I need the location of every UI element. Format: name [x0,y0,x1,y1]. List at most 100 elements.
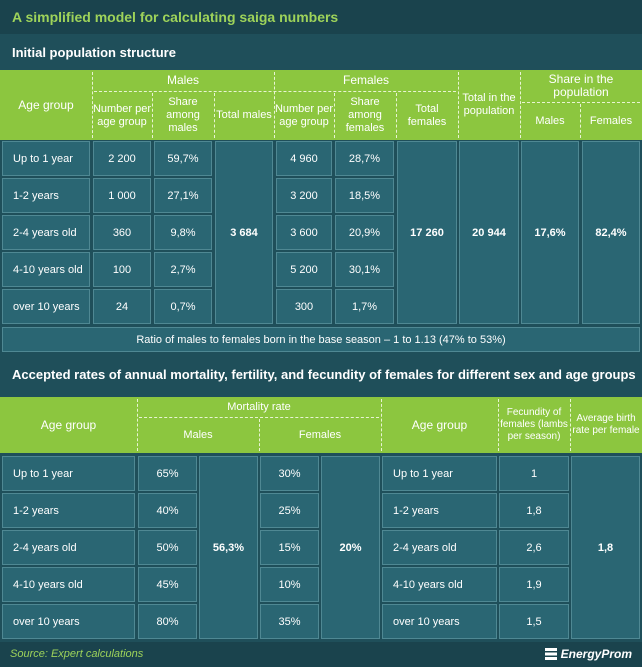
t1-share-males-cell: 27,1% [154,178,212,213]
t2-mortality-males-cell: 80% [138,604,197,639]
t1-share-females-cell: 18,5% [335,178,394,213]
energyprom-logo-icon [544,648,557,660]
t2-mortality-females-cell: 30% [260,456,319,491]
t1-divider [94,91,456,92]
t2-age-cell: over 10 years [2,604,135,639]
t1-divider [274,72,275,138]
t2-header-age-group: Age group [0,397,137,453]
t2-mortality-females-cell: 10% [260,567,319,602]
t1-share-females-total-cell: 82,4% [582,141,640,324]
t1-num-males-cell: 100 [93,252,151,287]
t1-share-males-cell: 2,7% [154,252,212,287]
t1-divider [152,93,153,138]
t1-age-cell: 2-4 years old [2,215,90,250]
t1-header-share-males: Share among males [152,91,214,140]
t1-header-total-females: Total females [396,91,458,140]
t2-age-cell-2: 4-10 years old [382,567,497,602]
t2-age-cell: 1-2 years [2,493,135,528]
t1-num-females-cell: 5 200 [276,252,332,287]
section-title-population: Initial population structure [12,45,176,60]
t2-fecundity-cell: 1,8 [499,493,569,528]
t1-share-females-cell: 30,1% [335,252,394,287]
t2-header-fecundity: Fecundity of females (lambs per season) [498,397,570,453]
t2-avg-mortality-females-cell: 20% [321,456,380,639]
section-title-rates: Accepted rates of annual mortality, fert… [12,367,636,382]
t2-header-mortality: Mortality rate [137,397,381,417]
t2-age-cell-2: over 10 years [382,604,497,639]
t1-total-males-cell: 3 684 [215,141,273,324]
t1-num-females-cell: 3 600 [276,215,332,250]
t1-share-females-cell: 1,7% [335,289,394,324]
t2-divider [137,399,138,451]
t1-divider [580,104,581,138]
t2-divider [259,419,260,451]
t1-header-number-females: Number per age group [274,91,334,140]
t1-share-males-total-cell: 17,6% [521,141,579,324]
t1-age-cell: over 10 years [2,289,90,324]
t1-header-age-group: Age group [0,70,92,140]
t2-fecundity-cell: 1 [499,456,569,491]
t2-mortality-males-cell: 65% [138,456,197,491]
t2-divider [139,417,379,418]
t1-divider [396,93,397,138]
t1-ratio-note: Ratio of males to females born in the ba… [2,327,640,352]
t2-age-cell-2: Up to 1 year [382,456,497,491]
t2-age-cell: 2-4 years old [2,530,135,565]
t2-mortality-females-cell: 15% [260,530,319,565]
t1-header-share-females: Share among females [334,91,396,140]
t2-mortality-females-cell: 35% [260,604,319,639]
t2-age-cell-2: 1-2 years [382,493,497,528]
t2-header-males: Males [137,417,259,453]
t2-divider [381,399,382,451]
t1-header-share-males: Males [520,102,580,140]
t1-divider [92,72,93,138]
t2-header-females: Females [259,417,381,453]
t1-num-males-cell: 360 [93,215,151,250]
title-bar: A simplified model for calculating saiga… [0,0,642,34]
t2-fecundity-cell: 1,9 [499,567,569,602]
t1-share-males-cell: 9,8% [154,215,212,250]
t1-header-share-population: Share in the population [520,70,642,102]
t1-total-population-cell: 20 944 [459,141,519,324]
t1-header-total-males: Total males [214,91,274,140]
t1-total-females-cell: 17 260 [397,141,457,324]
t2-avg-mortality-males-cell: 56,3% [199,456,258,639]
t2-divider [498,399,499,451]
t1-header-number-males: Number per age group [92,91,152,140]
t1-share-females-cell: 28,7% [335,141,394,176]
source-note: Source: Expert calculations [10,648,144,660]
t1-num-males-cell: 24 [93,289,151,324]
t1-header-total-population: Total in the population [458,70,520,140]
logo: EnergyProm [544,647,632,661]
t1-divider [214,93,215,138]
t2-age-cell-2: 2-4 years old [382,530,497,565]
t2-mortality-females-cell: 25% [260,493,319,528]
t1-num-males-cell: 1 000 [93,178,151,213]
t1-divider [334,93,335,138]
t2-mortality-males-cell: 40% [138,493,197,528]
page-title: A simplified model for calculating saiga… [12,9,339,25]
t1-share-females-cell: 20,9% [335,215,394,250]
t2-mortality-males-cell: 50% [138,530,197,565]
t1-share-males-cell: 0,7% [154,289,212,324]
t2-divider [570,399,571,451]
t1-divider [522,102,640,103]
t2-avg-birth-rate-cell: 1,8 [571,456,640,639]
t1-divider [520,72,521,138]
t1-header-share-females: Females [580,102,642,140]
t2-fecundity-cell: 2,6 [499,530,569,565]
t1-num-females-cell: 300 [276,289,332,324]
t1-age-cell: Up to 1 year [2,141,90,176]
t1-share-males-cell: 59,7% [154,141,212,176]
t2-fecundity-cell: 1,5 [499,604,569,639]
t2-header-birth-rate: Average birth rate per female [570,397,642,453]
t1-divider [458,72,459,138]
t1-header-females: Females [274,70,458,91]
t1-age-cell: 4-10 years old [2,252,90,287]
t1-num-females-cell: 3 200 [276,178,332,213]
t1-age-cell: 1-2 years [2,178,90,213]
logo-text: EnergyProm [560,647,632,661]
t2-mortality-males-cell: 45% [138,567,197,602]
t2-age-cell: Up to 1 year [2,456,135,491]
t1-num-males-cell: 2 200 [93,141,151,176]
